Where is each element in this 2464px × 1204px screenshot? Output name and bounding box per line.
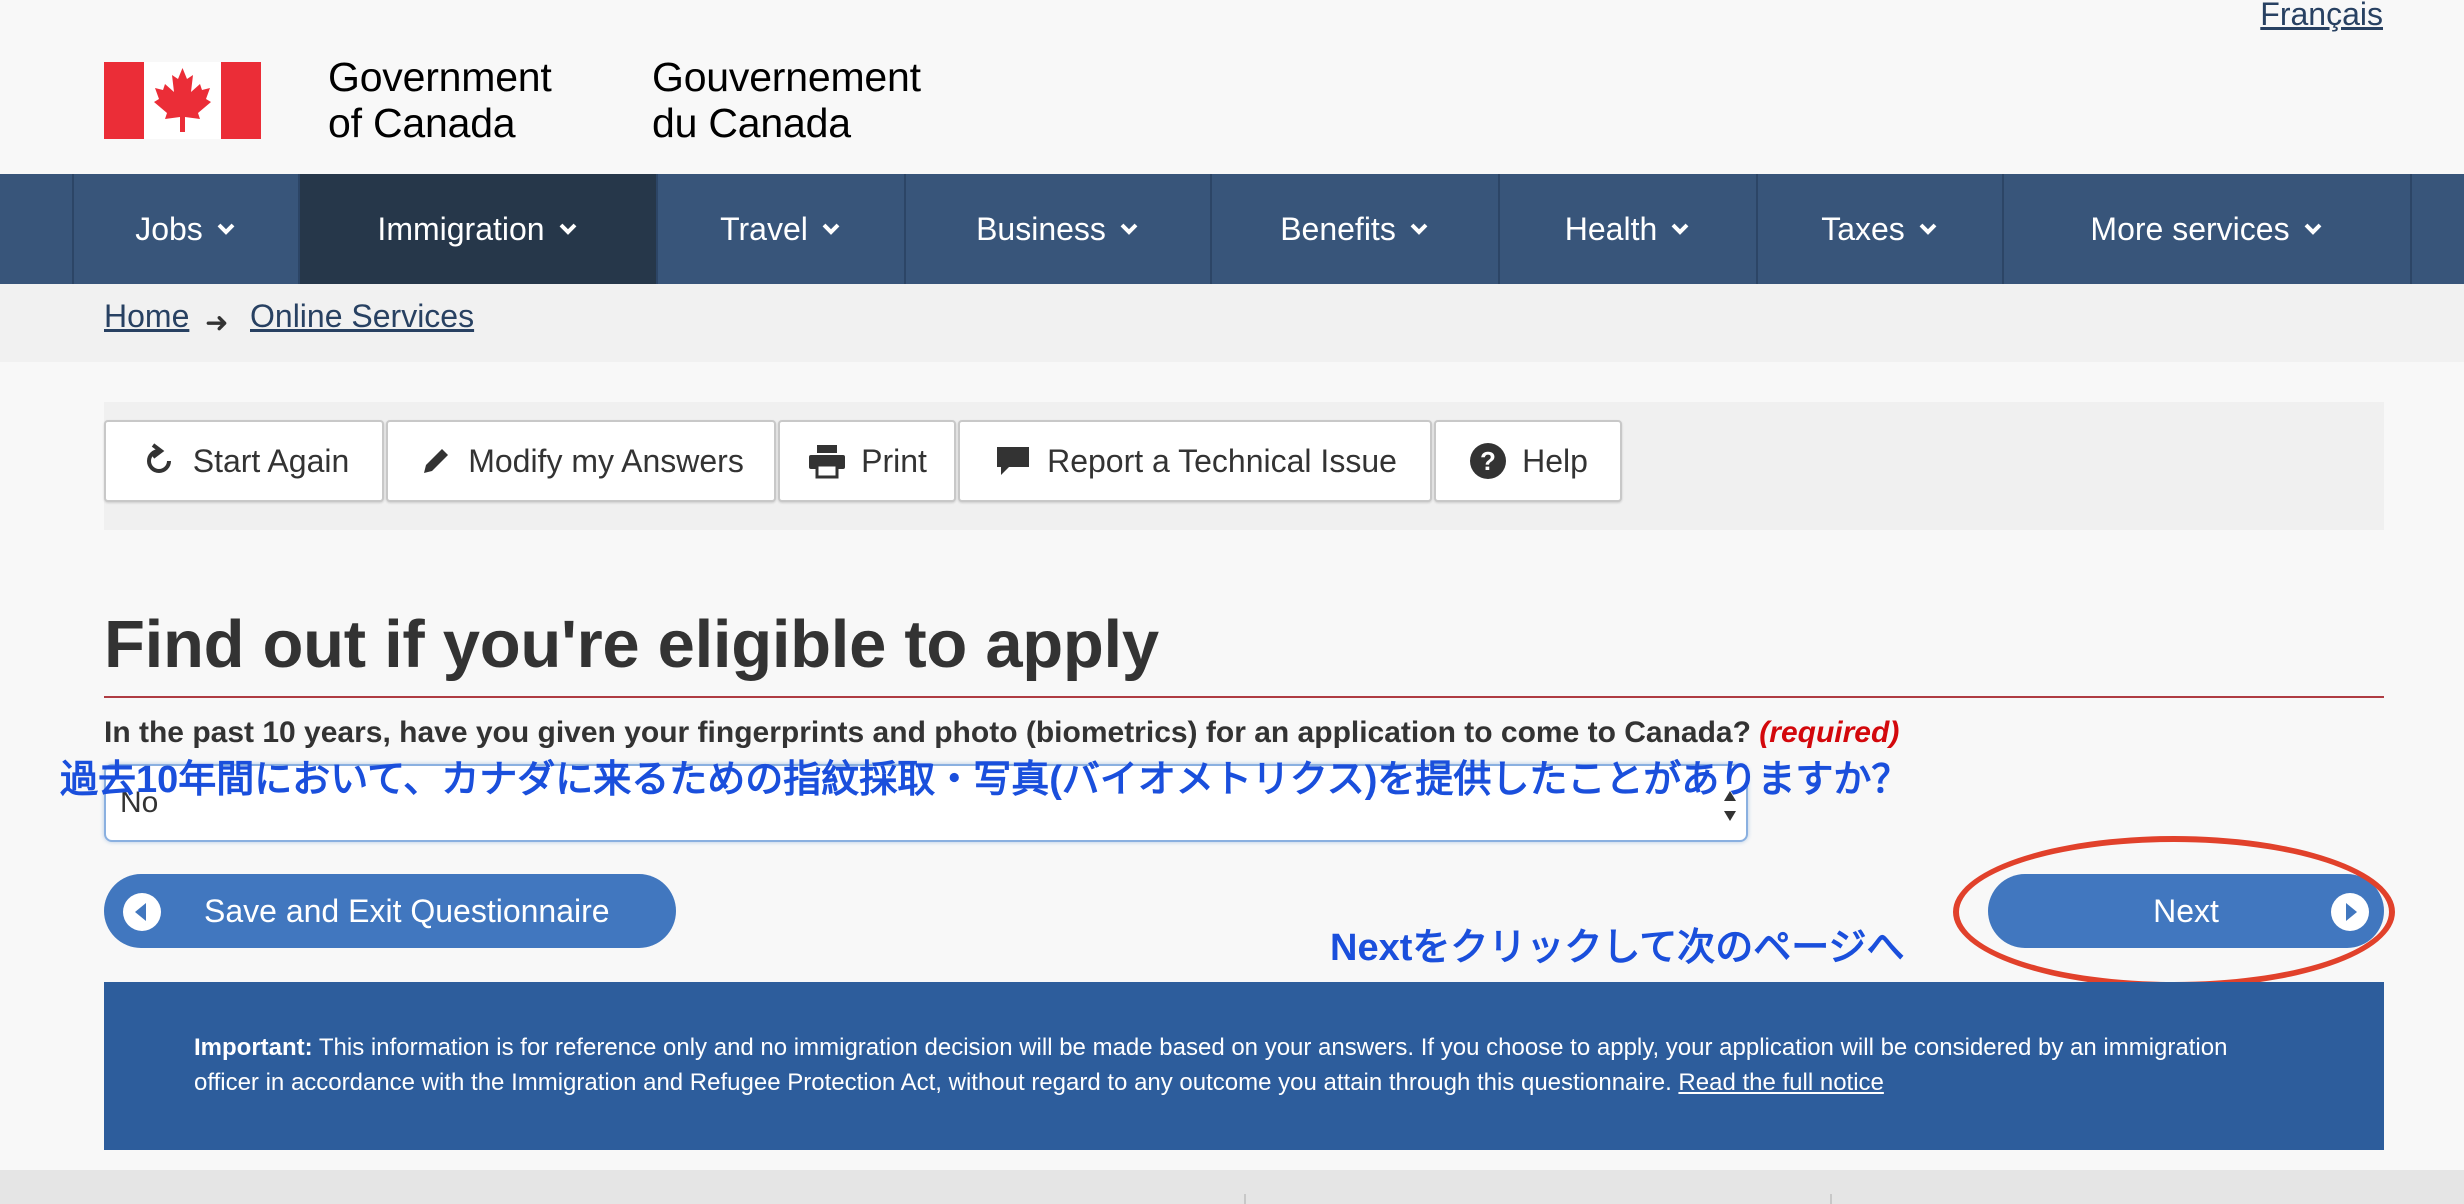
japanese-question-annotation: 過去10年間において、カナダに来るための指紋採取・写真(バイオメトリクス)を提供… (60, 759, 1910, 801)
breadcrumb-online-services-link[interactable]: Online Services (250, 298, 474, 335)
printer-icon (809, 445, 846, 479)
chevron-down-icon (1410, 223, 1428, 235)
question-label: In the past 10 years, have you given you… (104, 716, 1900, 749)
footer-divider (1830, 1194, 1832, 1204)
chevron-down-icon (1919, 223, 1937, 235)
menu-item-benefits[interactable]: Benefits (1210, 174, 1498, 284)
print-button[interactable]: Print (778, 420, 956, 502)
chevron-down-icon (559, 223, 576, 235)
arrow-left-circle-icon (123, 893, 161, 931)
chevron-down-icon (1671, 223, 1689, 235)
language-toggle-link[interactable]: Français (2260, 0, 2383, 33)
chevron-down-icon (1120, 223, 1138, 235)
help-button[interactable]: ? Help (1434, 420, 1622, 502)
save-exit-button[interactable]: Save and Exit Questionnaire (104, 874, 676, 948)
comment-icon (997, 447, 1030, 475)
breadcrumb-home-link[interactable]: Home (104, 298, 189, 335)
menu-item-taxes[interactable]: Taxes (1756, 174, 2002, 284)
chevron-down-icon (2304, 223, 2321, 235)
arrow-right-icon: ➜ (205, 307, 229, 338)
menu-item-more-services[interactable]: More services (2002, 174, 2412, 284)
title-underline (104, 696, 2384, 698)
start-again-button[interactable]: Start Again (104, 420, 384, 502)
menu-item-immigration[interactable]: Immigration (298, 174, 656, 284)
footer-divider (1244, 1194, 1246, 1204)
modify-answers-button[interactable]: Modify my Answers (386, 420, 776, 502)
question-circle-icon: ? (1470, 443, 1507, 479)
svg-text:?: ? (1480, 446, 1496, 476)
read-full-notice-link[interactable]: Read the full notice (1678, 1069, 1883, 1096)
menu-item-jobs[interactable]: Jobs (72, 174, 298, 284)
highlight-ellipse (1953, 836, 2395, 988)
menu-item-health[interactable]: Health (1498, 174, 1756, 284)
pencil-icon (424, 449, 449, 473)
menu-item-travel[interactable]: Travel (656, 174, 904, 284)
signature-french: Gouvernement du Canada (652, 54, 921, 146)
page-title: Find out if you're eligible to apply (104, 607, 1159, 682)
footer-strip (0, 1170, 2464, 1204)
notice-text: Important: This information is for refer… (194, 1034, 2228, 1096)
next-instruction-annotation: Nextをクリックして次のページへ (1330, 927, 1905, 969)
required-indicator: (required) (1759, 716, 1900, 749)
canada-flag-logo[interactable] (104, 62, 261, 139)
signature-english: Government of Canada (328, 54, 552, 146)
menu-item-business[interactable]: Business (904, 174, 1210, 284)
chevron-down-icon (217, 223, 235, 235)
chevron-down-icon (822, 223, 840, 235)
report-issue-button[interactable]: Report a Technical Issue (958, 420, 1432, 502)
refresh-icon (146, 443, 171, 473)
maple-leaf-icon (154, 68, 211, 132)
